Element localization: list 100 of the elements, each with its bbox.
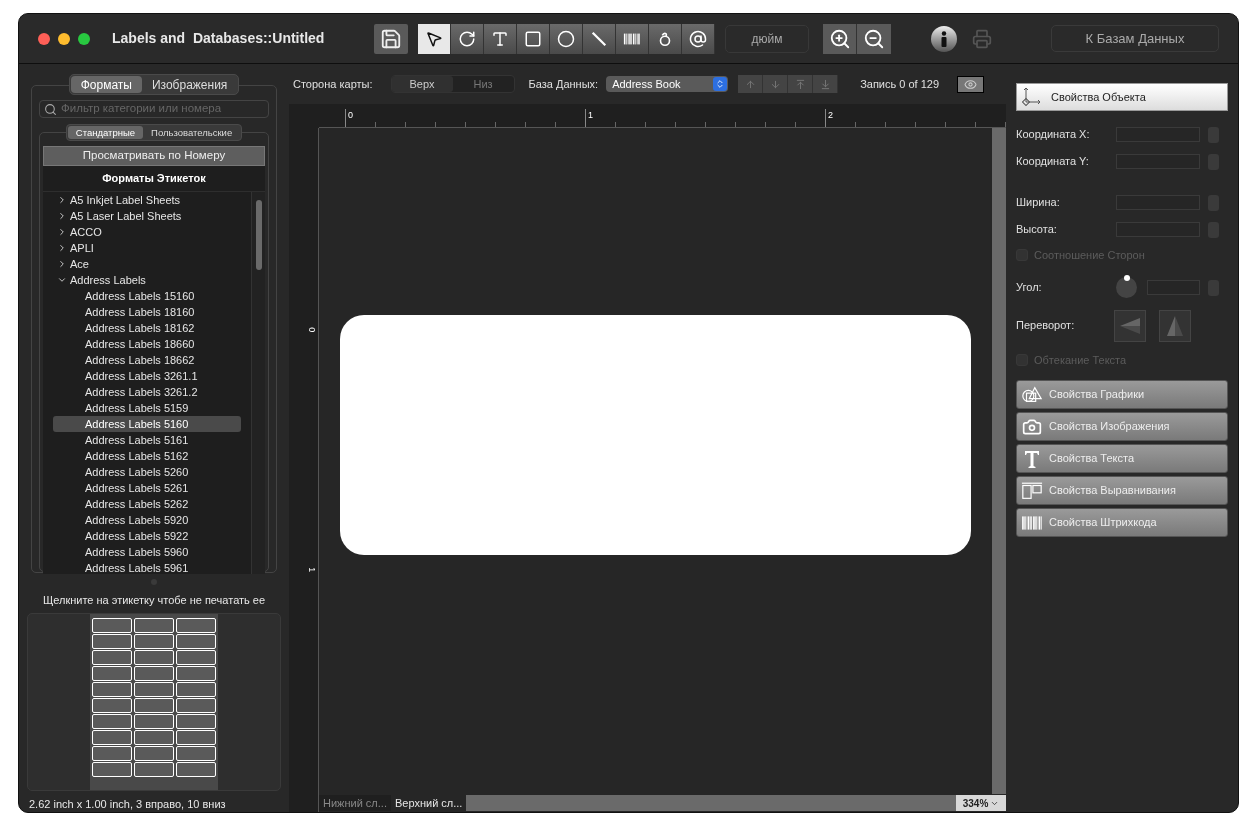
tree-item[interactable]: Address Labels 18660 xyxy=(53,336,241,352)
card-side-tab[interactable]: Низ xyxy=(452,76,514,92)
field-label: Координата Y: xyxy=(1016,154,1090,170)
sheet-label[interactable] xyxy=(92,713,132,729)
sheet-label[interactable] xyxy=(92,649,132,665)
tree-item[interactable]: Address Labels 5922 xyxy=(53,528,241,544)
sheet-label[interactable] xyxy=(92,761,132,777)
record-counter: Запись 0 of 129 xyxy=(860,76,940,92)
sheet-label[interactable] xyxy=(176,729,216,745)
sheet-label[interactable] xyxy=(134,649,174,665)
chevron-down-icon xyxy=(57,275,67,285)
tree-item[interactable]: Address Labels 5261 xyxy=(53,480,241,496)
tool-button[interactable] xyxy=(616,23,649,54)
sheet-label[interactable] xyxy=(134,633,174,649)
tree-item[interactable]: Address Labels 18162 xyxy=(53,320,241,336)
tool-button[interactable] xyxy=(484,23,517,54)
layer-tab[interactable]: Нижний сл... xyxy=(319,795,391,811)
eye-icon xyxy=(964,77,978,91)
tree-item[interactable]: Address Labels 5161 xyxy=(53,432,241,448)
sheet-label[interactable] xyxy=(92,681,132,697)
sheet-label[interactable] xyxy=(92,745,132,761)
close-button[interactable] xyxy=(38,32,50,45)
tree-item[interactable]: Address Labels xyxy=(43,272,251,288)
sheet-label[interactable] xyxy=(92,665,132,681)
tool-button[interactable] xyxy=(649,23,682,54)
search-field[interactable]: Фильтр категории или номера xyxy=(39,100,269,118)
save-button[interactable] xyxy=(374,23,408,54)
sheet-label[interactable] xyxy=(176,617,216,633)
tree-item-label: APLI xyxy=(70,240,94,256)
sheet-label[interactable] xyxy=(176,713,216,729)
flip-vertical-button[interactable] xyxy=(1159,309,1191,342)
tree-item[interactable]: APLI xyxy=(43,240,251,256)
tree-item[interactable]: Address Labels 5960 xyxy=(53,544,241,560)
panel-tab[interactable]: Изображения xyxy=(141,76,238,93)
tool-button[interactable] xyxy=(418,23,451,54)
zoom-level-menu[interactable]: 334% xyxy=(956,795,1006,811)
tree-item[interactable]: Address Labels 5159 xyxy=(53,400,241,416)
browse-by-number-button[interactable]: Просматривать по Номеру xyxy=(43,145,265,166)
arrow-up-icon xyxy=(744,78,756,90)
sheet-label[interactable] xyxy=(134,713,174,729)
tree-item[interactable]: Address Labels 5160 xyxy=(53,416,241,432)
tool-button[interactable] xyxy=(550,23,583,54)
sheet-label[interactable] xyxy=(134,681,174,697)
tree-item[interactable]: Address Labels 15160 xyxy=(53,288,241,304)
minimize-button[interactable] xyxy=(58,32,70,45)
flip-horizontal-button[interactable] xyxy=(1114,309,1146,342)
tree-item[interactable]: A5 Laser Label Sheets xyxy=(43,208,251,224)
tree-item[interactable]: Address Labels 3261.1 xyxy=(53,368,241,384)
sheet-label[interactable] xyxy=(134,697,174,713)
zoom-button[interactable] xyxy=(78,32,90,45)
tool-button[interactable] xyxy=(451,23,484,54)
unit-button[interactable]: дюйм xyxy=(725,24,809,53)
vertical-scrollbar[interactable] xyxy=(992,128,1006,794)
tree-item[interactable]: Ace xyxy=(43,256,251,272)
sheet-label[interactable] xyxy=(134,745,174,761)
rectangle-tool-icon xyxy=(524,29,542,48)
tree-item[interactable]: Address Labels 5920 xyxy=(53,512,241,528)
ruler-number: 1 xyxy=(585,109,593,127)
sheet-label[interactable] xyxy=(176,633,216,649)
sheet-label[interactable] xyxy=(176,745,216,761)
sheet-label[interactable] xyxy=(92,697,132,713)
tree-item[interactable]: A5 Inkjet Label Sheets xyxy=(43,192,251,208)
tool-button[interactable] xyxy=(517,23,550,54)
sheet-label[interactable] xyxy=(176,697,216,713)
source-tab[interactable]: Пользовательские xyxy=(143,126,241,139)
sheet-label[interactable] xyxy=(176,665,216,681)
database-select[interactable]: Address Book xyxy=(606,76,729,92)
tree-item[interactable]: ACCO xyxy=(43,224,251,240)
tree-item[interactable]: Address Labels 5260 xyxy=(53,464,241,480)
scrollbar-thumb[interactable] xyxy=(255,200,262,270)
sheet-label[interactable] xyxy=(176,649,216,665)
sheet-label[interactable] xyxy=(134,729,174,745)
tree-item[interactable]: Address Labels 5262 xyxy=(53,496,241,512)
angle-dial[interactable] xyxy=(1116,277,1137,298)
sheet-label[interactable] xyxy=(134,761,174,777)
tree-item[interactable]: Address Labels 5162 xyxy=(53,448,241,464)
tool-button[interactable] xyxy=(682,23,715,54)
sheet-label[interactable] xyxy=(176,681,216,697)
zoom-out-button[interactable] xyxy=(857,23,891,54)
sheet-label[interactable] xyxy=(134,617,174,633)
sheet-label[interactable] xyxy=(176,761,216,777)
sheet-label[interactable] xyxy=(92,633,132,649)
horizontal-scrollbar[interactable] xyxy=(466,795,956,811)
panel-tab[interactable]: Форматы xyxy=(70,76,142,93)
card-side-tab[interactable]: Верх xyxy=(391,76,453,92)
databases-button[interactable]: К Базам Данных xyxy=(1051,25,1219,52)
source-tab[interactable]: Стандатрные xyxy=(67,126,144,139)
info-button[interactable] xyxy=(931,25,957,52)
sheet-label[interactable] xyxy=(92,617,132,633)
sheet-label[interactable] xyxy=(92,729,132,745)
tree-item[interactable]: Address Labels 18662 xyxy=(53,352,241,368)
tree-item[interactable]: Address Labels 3261.2 xyxy=(53,384,241,400)
preview-toggle[interactable] xyxy=(957,75,985,93)
zoom-in-button[interactable] xyxy=(823,23,857,54)
field-label: Ширина: xyxy=(1016,195,1061,211)
tool-button[interactable] xyxy=(583,23,616,54)
tree-item[interactable]: Address Labels 18160 xyxy=(53,304,241,320)
object-properties-button[interactable]: Свойства Объекта xyxy=(1016,83,1228,111)
sheet-label[interactable] xyxy=(134,665,174,681)
tree-item[interactable]: Address Labels 5961 xyxy=(53,560,241,574)
